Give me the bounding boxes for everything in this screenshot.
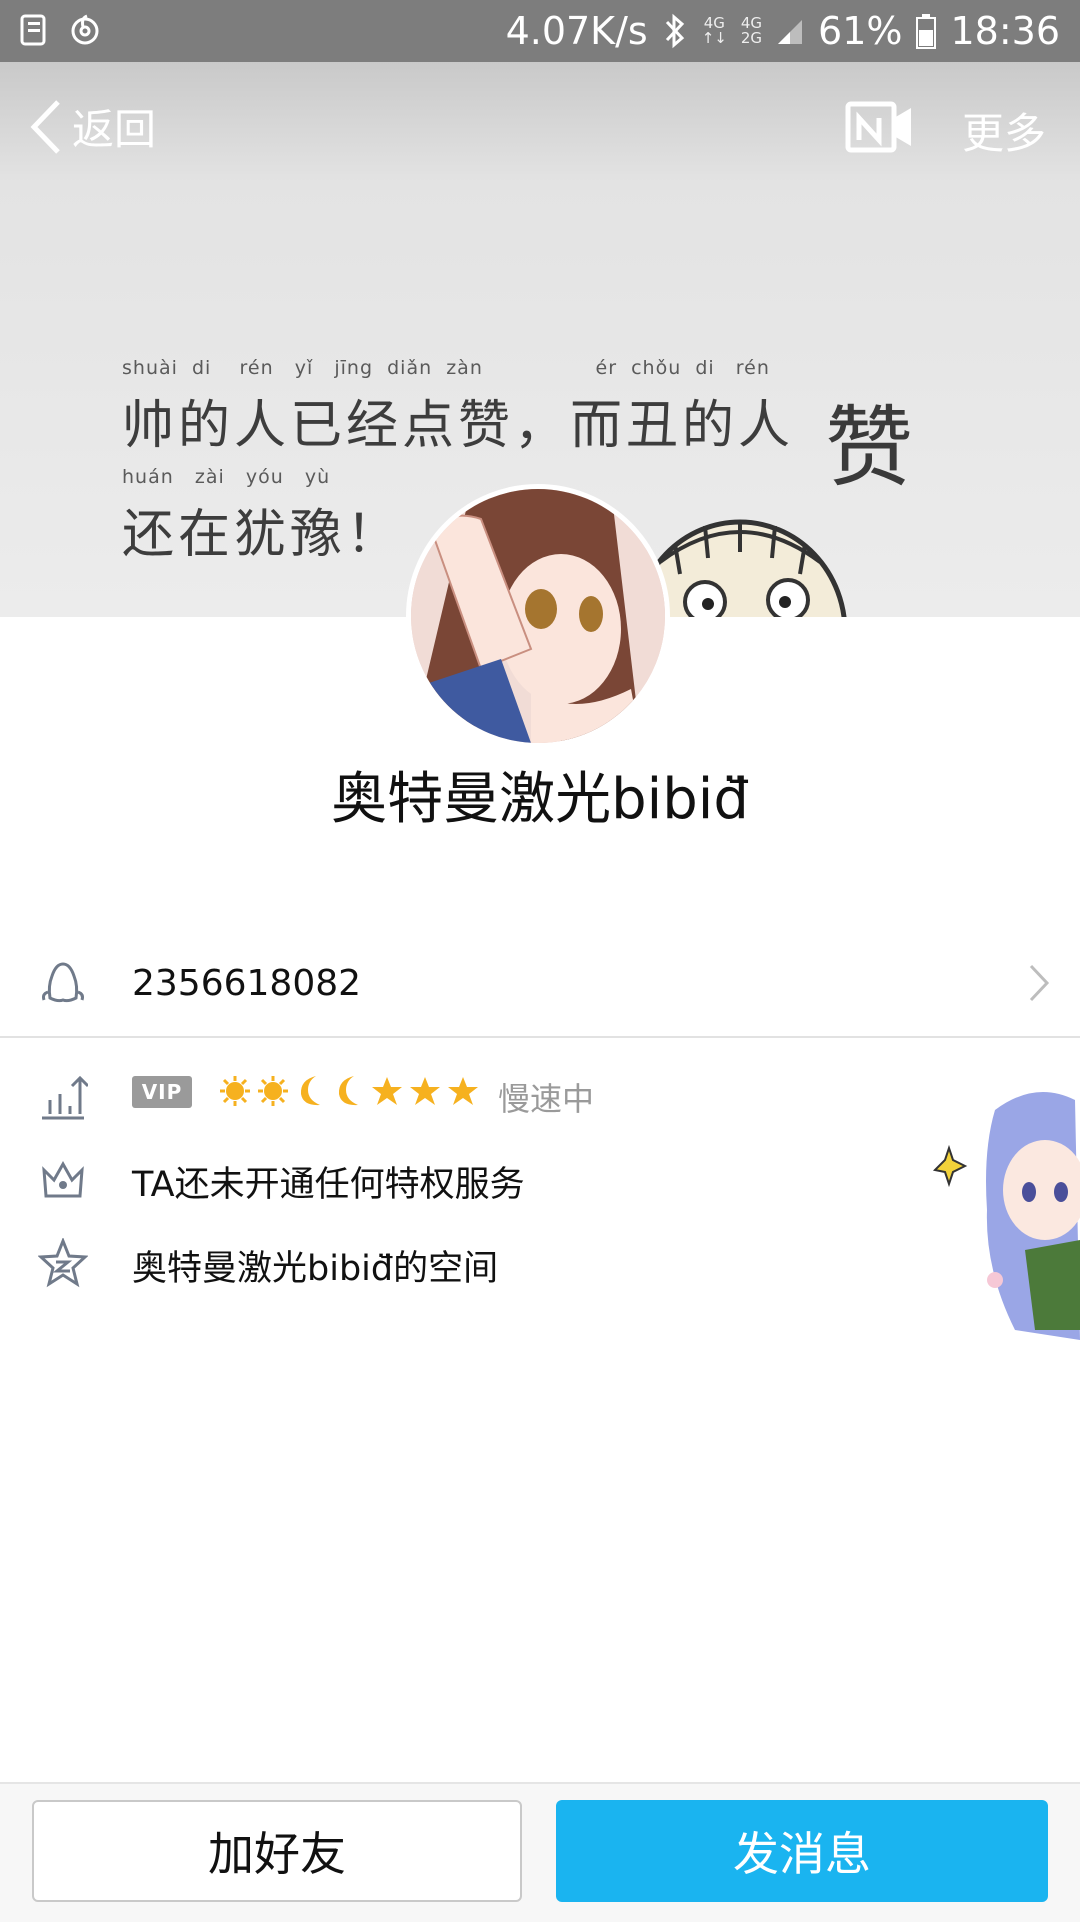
level-row[interactable]: VIP 慢速中 [0,1062,1080,1132]
network-type-2: 4G 2G [740,14,763,47]
level-chart-icon [42,1075,88,1120]
sun-icon [256,1072,290,1110]
bottom-action-bar: 加好友 发消息 [0,1782,1080,1922]
battery-percent: 61% [818,9,903,53]
qzone-row[interactable]: 奥特曼激光bibiđ̈的空间 [0,1230,1080,1300]
star-icon [408,1072,442,1110]
chevron-left-icon [30,99,60,154]
network-speed: 4.07K/s [505,9,648,53]
privilege-row[interactable]: TA还未开通任何特权服务 [0,1146,1080,1216]
signal-icon [778,20,803,44]
star-icon [370,1072,404,1110]
bluetooth-icon [665,13,684,49]
avatar-image [411,489,665,743]
qzone-text: 奥特曼激光bibiđ̈的空间 [132,1249,499,1289]
qzone-star-icon [38,1238,88,1288]
more-button[interactable]: 更多 [962,100,1046,161]
vip-badge: VIP [132,1076,192,1108]
avatar[interactable] [406,484,670,748]
status-bar: 4.07K/s 4G ↑↓ 4G 2G 61% 18:36 [0,0,1080,62]
qq-penguin-icon [42,962,84,1003]
back-label: 返回 [72,105,157,154]
send-message-button[interactable]: 发消息 [556,1800,1048,1902]
anime-sticker [932,1092,1080,1340]
battery-icon [916,14,937,49]
network-type-1: 4G ↑↓ [701,14,727,47]
privilege-text: TA还未开通任何特权服务 [132,1165,525,1205]
video-call-icon[interactable] [845,100,913,154]
qq-number-row[interactable]: 2356618082 [0,930,1080,1038]
level-speed-status: 慢速中 [498,1080,595,1118]
moon-icon [294,1072,328,1110]
chevron-right-icon [1029,964,1050,1002]
clock: 18:36 [950,9,1060,53]
notes-icon [20,14,46,46]
star-icon [446,1072,480,1110]
moon-icon [332,1072,366,1110]
back-button[interactable]: 返回 [28,96,156,157]
level-icons [218,1072,480,1110]
add-friend-button[interactable]: 加好友 [32,1800,522,1902]
sun-icon [218,1072,252,1110]
nickname: 奥特曼激光bibiđ̈ [331,767,749,832]
qq-number: 2356618082 [132,962,362,1004]
netease-music-icon [71,14,99,45]
crown-icon [42,1160,84,1198]
